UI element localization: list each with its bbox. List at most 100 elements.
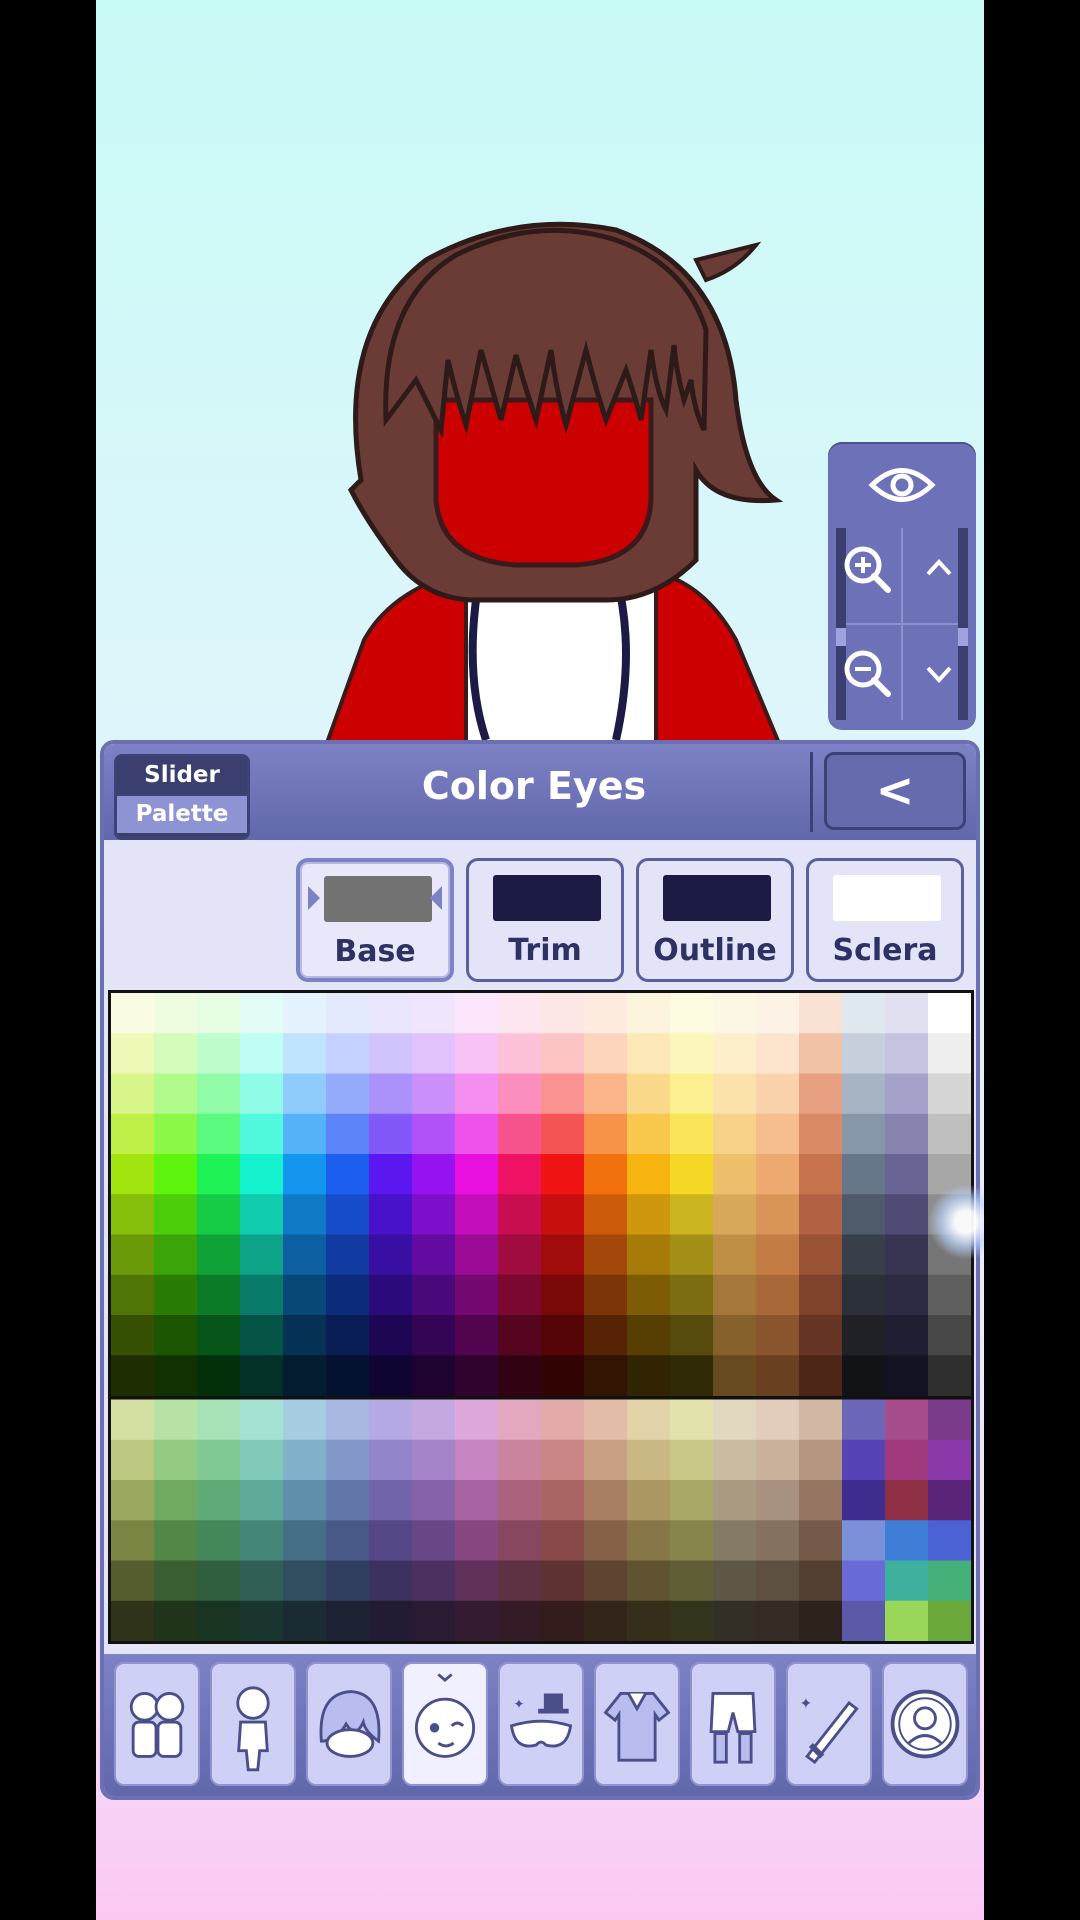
- palette-swatch[interactable]: [326, 1600, 370, 1641]
- palette-swatch[interactable]: [412, 1600, 456, 1641]
- palette-swatch[interactable]: [627, 993, 671, 1034]
- palette-swatch[interactable]: [154, 1520, 198, 1561]
- palette-swatch[interactable]: [885, 1113, 929, 1155]
- palette-swatch[interactable]: [455, 1033, 499, 1074]
- palette-swatch[interactable]: [670, 1154, 714, 1195]
- palette-swatch[interactable]: [627, 1154, 671, 1195]
- palette-swatch[interactable]: [928, 1480, 971, 1521]
- palette-swatch[interactable]: [713, 1194, 757, 1235]
- palette-swatch[interactable]: [670, 1234, 714, 1276]
- palette-swatch[interactable]: [369, 1439, 413, 1481]
- palette-swatch[interactable]: [326, 1315, 370, 1356]
- palette-swatch[interactable]: [369, 993, 413, 1034]
- palette-swatch[interactable]: [326, 1399, 370, 1441]
- palette-swatch[interactable]: [627, 1520, 671, 1561]
- palette-swatch[interactable]: [197, 1480, 241, 1521]
- palette-swatch[interactable]: [498, 1194, 542, 1235]
- palette-swatch[interactable]: [627, 1033, 671, 1074]
- palette-swatch[interactable]: [756, 1520, 800, 1561]
- palette-swatch[interactable]: [283, 1113, 327, 1155]
- palette-swatch[interactable]: [240, 1194, 284, 1235]
- palette-swatch[interactable]: [283, 1194, 327, 1235]
- palette-swatch[interactable]: [283, 1399, 327, 1441]
- palette-swatch[interactable]: [240, 1560, 284, 1602]
- palette-swatch[interactable]: [197, 1274, 241, 1316]
- palette-swatch[interactable]: [756, 1355, 800, 1396]
- palette-swatch[interactable]: [369, 1560, 413, 1602]
- palette-swatch[interactable]: [111, 1560, 155, 1602]
- palette-swatch[interactable]: [584, 1399, 628, 1441]
- mode-slider[interactable]: Slider: [117, 757, 247, 794]
- palette-swatch[interactable]: [670, 1274, 714, 1316]
- palette-swatch[interactable]: [154, 1234, 198, 1276]
- swatch-tab-sclera[interactable]: Sclera: [806, 858, 964, 982]
- palette-swatch[interactable]: [412, 1520, 456, 1561]
- palette-swatch[interactable]: [498, 1439, 542, 1481]
- palette-swatch[interactable]: [455, 1073, 499, 1115]
- palette-swatch[interactable]: [756, 1439, 800, 1481]
- palette-swatch[interactable]: [154, 1073, 198, 1115]
- palette-swatch[interactable]: [627, 1480, 671, 1521]
- palette-swatch[interactable]: [111, 1315, 155, 1356]
- palette-swatch[interactable]: [756, 1399, 800, 1441]
- palette-swatch[interactable]: [369, 1194, 413, 1235]
- palette-swatch[interactable]: [627, 1274, 671, 1316]
- palette-swatch[interactable]: [412, 1033, 456, 1074]
- category-profile[interactable]: [882, 1662, 968, 1786]
- palette-swatch[interactable]: [326, 1033, 370, 1074]
- palette-swatch[interactable]: [197, 1439, 241, 1481]
- palette-swatch[interactable]: [627, 1600, 671, 1641]
- palette-swatch[interactable]: [111, 1520, 155, 1561]
- palette-swatch[interactable]: [240, 1480, 284, 1521]
- palette-swatch[interactable]: [326, 1113, 370, 1155]
- palette-swatch[interactable]: [412, 1399, 456, 1441]
- palette-swatch[interactable]: [928, 1355, 971, 1396]
- palette-swatch[interactable]: [498, 993, 542, 1034]
- palette-swatch[interactable]: [197, 1113, 241, 1155]
- palette-swatch[interactable]: [541, 1480, 585, 1521]
- palette-swatch[interactable]: [541, 1399, 585, 1441]
- palette-swatch[interactable]: [756, 1274, 800, 1316]
- palette-swatch[interactable]: [713, 1073, 757, 1115]
- palette-swatch[interactable]: [713, 1234, 757, 1276]
- palette-swatch[interactable]: [799, 1600, 843, 1641]
- palette-swatch[interactable]: [584, 1560, 628, 1602]
- palette-swatch[interactable]: [928, 1073, 971, 1115]
- palette-swatch[interactable]: [455, 1355, 499, 1396]
- palette-swatch[interactable]: [842, 1399, 886, 1441]
- palette-swatch[interactable]: [154, 1315, 198, 1356]
- palette-swatch[interactable]: [885, 1154, 929, 1195]
- palette-swatch[interactable]: [842, 1600, 886, 1641]
- palette-swatch[interactable]: [885, 993, 929, 1034]
- swatch-tab-outline[interactable]: Outline: [636, 858, 794, 982]
- palette-swatch[interactable]: [455, 1154, 499, 1195]
- palette-swatch[interactable]: [541, 1315, 585, 1356]
- palette-swatch[interactable]: [283, 1033, 327, 1074]
- palette-swatch[interactable]: [799, 1113, 843, 1155]
- palette-swatch[interactable]: [885, 1399, 929, 1441]
- palette-swatch[interactable]: [713, 1274, 757, 1316]
- palette-swatch[interactable]: [627, 1194, 671, 1235]
- palette-swatch[interactable]: [498, 1315, 542, 1356]
- palette-swatch[interactable]: [369, 1600, 413, 1641]
- palette-swatch[interactable]: [756, 1113, 800, 1155]
- palette-swatch[interactable]: [455, 1274, 499, 1316]
- palette-swatch[interactable]: [799, 993, 843, 1034]
- palette-swatch[interactable]: [928, 1520, 971, 1561]
- palette-swatch[interactable]: [713, 1355, 757, 1396]
- palette-swatch[interactable]: [799, 1560, 843, 1602]
- palette-swatch[interactable]: [111, 993, 155, 1034]
- palette-swatch[interactable]: [154, 1600, 198, 1641]
- palette-swatch[interactable]: [326, 1234, 370, 1276]
- mode-toggle[interactable]: Slider Palette: [114, 754, 250, 840]
- palette-swatch[interactable]: [541, 1073, 585, 1115]
- palette-swatch[interactable]: [412, 1355, 456, 1396]
- palette-swatch[interactable]: [197, 1194, 241, 1235]
- palette-swatch[interactable]: [154, 1113, 198, 1155]
- palette-swatch[interactable]: [584, 1194, 628, 1235]
- palette-swatch[interactable]: [713, 1033, 757, 1074]
- palette-swatch[interactable]: [756, 1600, 800, 1641]
- palette-swatch[interactable]: [670, 1315, 714, 1356]
- palette-swatch[interactable]: [283, 1439, 327, 1481]
- chevron-up-icon[interactable]: [912, 542, 966, 596]
